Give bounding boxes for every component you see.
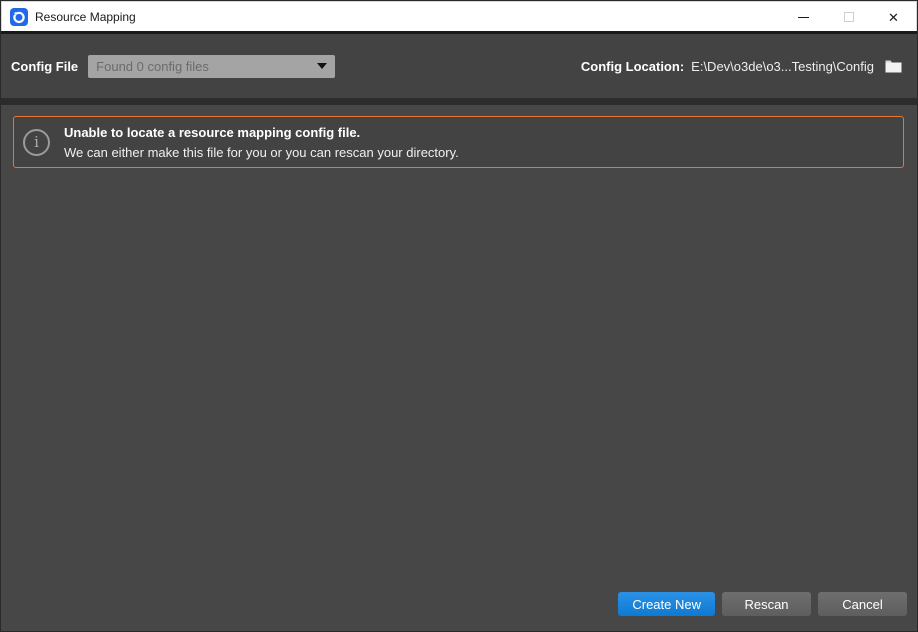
titlebar: Resource Mapping ✕ — [1, 1, 917, 31]
toolbar: Config File Found 0 config files Config … — [1, 34, 917, 98]
config-location-group: Config Location: E:\Dev\o3de\o3...Testin… — [581, 59, 902, 74]
chevron-down-icon — [317, 63, 327, 69]
warning-title: Unable to locate a resource mapping conf… — [64, 125, 459, 140]
close-icon: ✕ — [888, 11, 899, 24]
warning-message: We can either make this file for you or … — [64, 145, 459, 160]
content-area: i Unable to locate a resource mapping co… — [1, 105, 917, 631]
footer-buttons: Create New Rescan Cancel — [618, 592, 907, 616]
toolbar-content-divider — [1, 98, 917, 105]
window-title: Resource Mapping — [35, 10, 136, 24]
config-file-dropdown-value: Found 0 config files — [96, 59, 311, 74]
window-controls: ✕ — [781, 2, 916, 32]
maximize-icon — [844, 12, 854, 22]
create-new-button[interactable]: Create New — [618, 592, 715, 616]
warning-banner: i Unable to locate a resource mapping co… — [13, 116, 904, 168]
info-icon: i — [23, 129, 50, 156]
close-button[interactable]: ✕ — [871, 2, 916, 32]
browse-folder-button[interactable] — [884, 59, 902, 74]
resource-mapping-window: Resource Mapping ✕ Config File Found 0 c… — [0, 0, 918, 632]
cancel-button[interactable]: Cancel — [818, 592, 907, 616]
config-file-label: Config File — [11, 59, 78, 74]
rescan-button[interactable]: Rescan — [722, 592, 811, 616]
minimize-button[interactable] — [781, 2, 826, 32]
warning-text: Unable to locate a resource mapping conf… — [64, 125, 459, 160]
config-file-dropdown[interactable]: Found 0 config files — [88, 55, 335, 78]
minimize-icon — [798, 17, 809, 18]
config-location-path: E:\Dev\o3de\o3...Testing\Config — [691, 59, 874, 74]
config-location-label: Config Location: — [581, 59, 684, 74]
folder-icon — [885, 59, 902, 73]
o3de-logo-icon — [10, 8, 28, 26]
maximize-button[interactable] — [826, 2, 871, 32]
